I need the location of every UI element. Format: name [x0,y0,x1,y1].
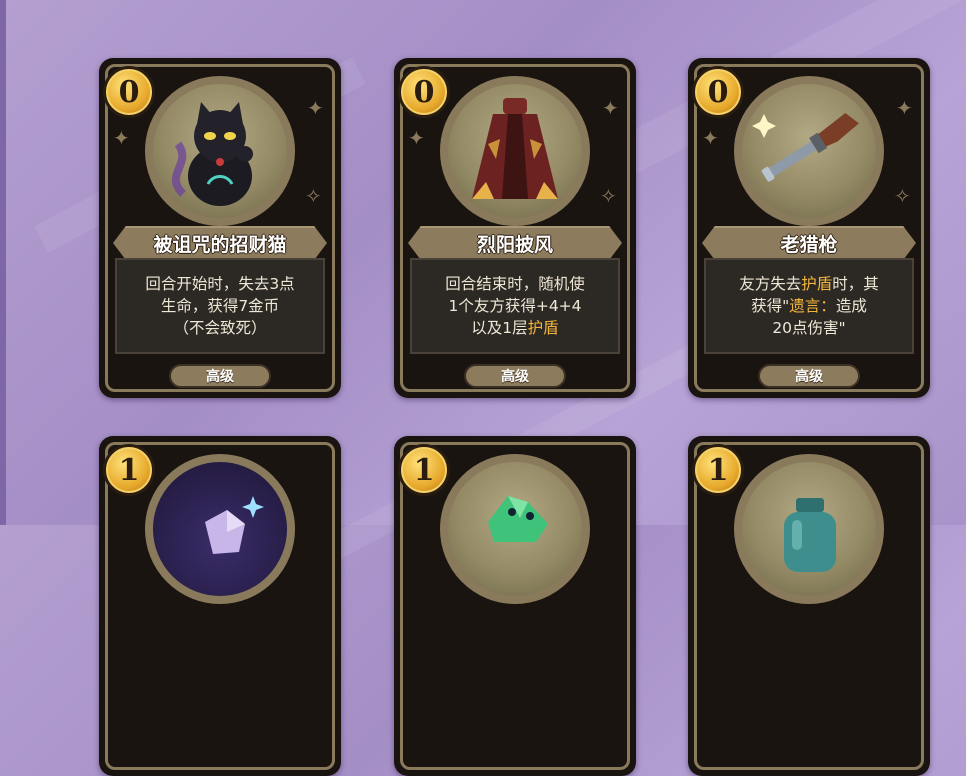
card-art [145,454,295,604]
desc-text: 时，其 [832,275,879,293]
card-description: 回合结束时，随机使 1个友方获得+4+4 以及1层护盾 [410,258,620,354]
cost-badge: 1 [692,444,744,496]
desc-text: 1个友方获得+4+4 [448,297,582,315]
card-description: 回合开始时，失去3点 生命，获得7金币 （不会致死） [115,258,325,354]
frame-ornament: ✧ [305,184,322,208]
desc-line: 以及1层护盾 [471,317,558,339]
desc-line: 1个友方获得+4+4 [448,295,581,317]
frame-ornament: ✦ [113,126,130,150]
card-name-banner: 老猎枪 [702,226,916,260]
frame-ornament: ✦ [307,96,324,120]
teal-jar-icon [784,498,836,572]
relic-card-sun-cloak[interactable]: 0 ✦ ✦ ✧ 烈阳披风 回合结束时，随机使 1个友方获得+4+4 以及1层护盾… [394,58,636,398]
green-frog-icon [488,496,548,542]
crystal-gem-icon [205,496,264,554]
card-art [734,454,884,604]
card-art [734,76,884,226]
desc-text: 回合开始时，失去3点 [145,275,295,293]
desc-text: 友方失去 [739,275,802,293]
rarity-badge: 高级 [169,364,271,388]
card-name-banner: 烈阳披风 [408,226,622,260]
relic-card-old-musket[interactable]: 0 ✦ ✦ ✧ 老猎枪 友方失去护盾时，其 获得"遗言：造成 20点伤害" 高级 [688,58,930,398]
desc-text: 生命，获得7金币 [160,297,280,315]
desc-text: 造成 [835,297,867,315]
rarity-badge: 高级 [758,364,860,388]
desc-text: 20点伤害" [772,319,846,337]
keyword-shield: 护盾 [527,319,559,337]
cursed-lucky-cat-icon [171,102,253,206]
card-name-banner: 被诅咒的招财猫 [113,226,327,260]
left-edge-strip [0,0,6,525]
desc-line: 20点伤害" [772,317,845,339]
keyword-shield: 护盾 [801,275,833,293]
cost-badge: 1 [103,444,155,496]
desc-line: 回合开始时，失去3点 [145,273,294,295]
cost-badge: 1 [398,444,450,496]
frame-ornament: ✦ [602,96,619,120]
desc-text: 回合结束时，随机使 [445,275,585,293]
desc-line: 友方失去护盾时，其 [739,273,879,295]
desc-line: 回合结束时，随机使 [445,273,585,295]
desc-line: 生命，获得7金币 [161,295,279,317]
relic-card-jar[interactable]: 1 [688,436,930,776]
card-name: 老猎枪 [780,233,838,256]
card-name: 烈阳披风 [476,233,553,256]
card-description: 友方失去护盾时，其 获得"遗言：造成 20点伤害" [704,258,914,354]
keyword-deathrattle: 遗言： [789,297,836,315]
relic-card-crystal[interactable]: 1 [99,436,341,776]
card-art [145,76,295,226]
cost-badge: 0 [103,66,155,118]
frame-ornament: ✧ [894,184,911,208]
old-musket-icon [752,112,859,182]
card-art [440,76,590,226]
frame-ornament: ✦ [896,96,913,120]
frame-ornament: ✦ [408,126,425,150]
cost-badge: 0 [398,66,450,118]
frame-ornament: ✦ [702,126,719,150]
card-art [440,454,590,604]
card-name: 被诅咒的招财猫 [153,233,287,256]
cost-badge: 0 [692,66,744,118]
relic-card-cursed-lucky-cat[interactable]: 0 ✦ ✦ ✧ 被诅咒的招财猫 回合开始时，失去3点 生命，获得7金币 （不会致… [99,58,341,398]
desc-text: 获得" [751,297,790,315]
rarity-badge: 高级 [464,364,566,388]
frame-ornament: ✧ [600,184,617,208]
relic-card-frog[interactable]: 1 [394,436,636,776]
desc-line: （不会致死） [173,317,266,339]
sun-cloak-icon [472,98,558,199]
desc-text: 以及1层 [471,319,528,337]
desc-text: （不会致死） [173,319,267,337]
desc-line: 获得"遗言：造成 [751,295,867,317]
